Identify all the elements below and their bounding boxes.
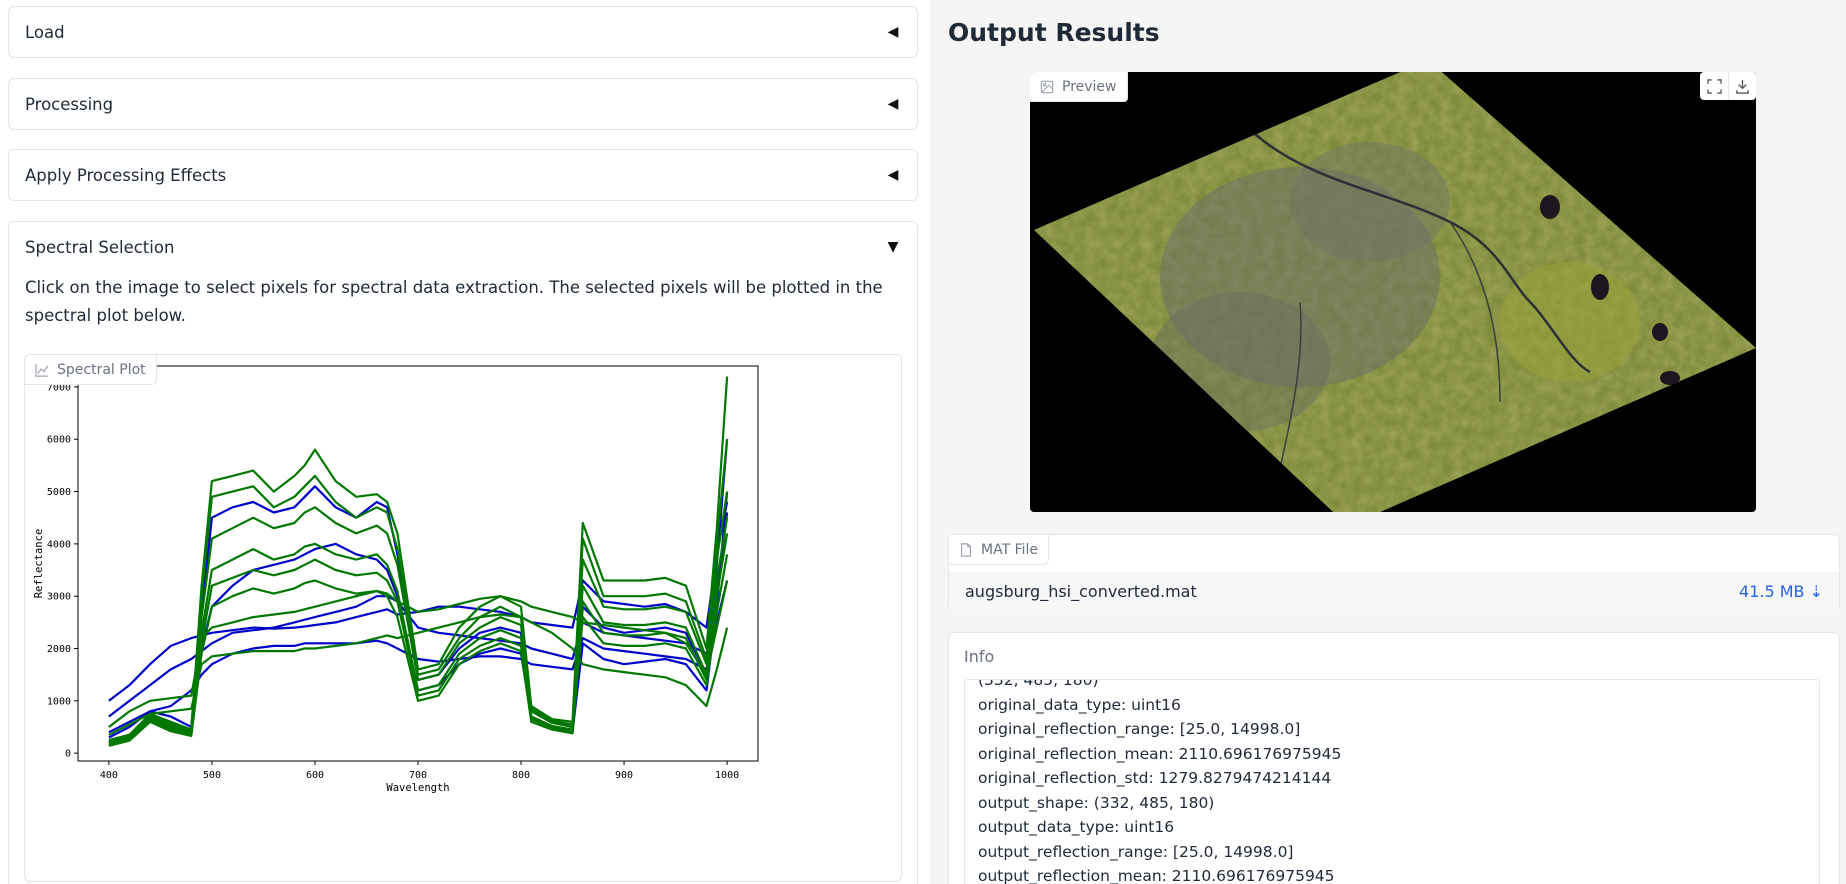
y-tick-label: 2000 <box>47 644 71 655</box>
preview-toolbar <box>1700 72 1756 100</box>
info-line: original_data_type: uint16 <box>978 695 1181 714</box>
accordion-spectral-label: Spectral Selection <box>25 237 175 257</box>
file-name[interactable]: augsburg_hsi_converted.mat <box>965 582 1197 601</box>
y-tick-label: 6000 <box>47 435 71 446</box>
info-line: original_reflection_range: [25.0, 14998.… <box>978 720 1301 738</box>
info-textarea[interactable]: (332, 485, 180) original_data_type: uint1… <box>964 679 1820 884</box>
file-icon <box>961 542 971 557</box>
accordion-processing-header[interactable]: Processing ◀ <box>9 79 917 129</box>
download-image-button[interactable] <box>1728 72 1756 100</box>
y-tick-label: 3000 <box>47 592 71 603</box>
accordion-processing[interactable]: Processing ◀ <box>8 78 918 130</box>
file-row[interactable]: augsburg_hsi_converted.mat 41.5 MB ⇣ <box>949 572 1839 610</box>
x-tick-label: 700 <box>409 770 427 781</box>
x-tick-label: 600 <box>306 770 324 781</box>
y-axis-label: Reflectance <box>33 529 45 599</box>
y-tick-label: 4000 <box>47 539 71 550</box>
x-tick-label: 1000 <box>715 770 739 781</box>
left-panel: Load ◀ Processing ◀ Apply Processing Eff… <box>0 0 930 884</box>
chart-icon <box>35 363 49 377</box>
expand-arrow-icon[interactable]: ▼ <box>885 239 901 255</box>
mat-file-output: MAT File augsburg_hsi_converted.mat 41.5… <box>948 534 1840 610</box>
spectral-plot-chart[interactable]: 400 500 600 700 800 900 1000 0 1000 2000 3000 4000 5… <box>25 355 901 881</box>
mat-file-label: MAT File <box>949 535 1049 565</box>
spectral-description: Click on the image to select pixels for … <box>25 278 883 325</box>
info-line: output_reflection_mean: 2110.69617697594… <box>978 867 1335 884</box>
file-size-download-link[interactable]: 41.5 MB ⇣ <box>1739 582 1823 601</box>
mat-file-label-text: MAT File <box>981 541 1038 558</box>
info-line: output_data_type: uint16 <box>978 818 1175 836</box>
download-icon <box>1736 79 1749 94</box>
image-preview[interactable]: Preview <box>1030 72 1756 512</box>
accordion-load-label: Load <box>25 22 65 42</box>
x-tick-label: 400 <box>100 770 118 781</box>
x-tick-label: 900 <box>615 770 633 781</box>
y-tick-label: 0 <box>65 749 71 760</box>
collapse-arrow-icon[interactable]: ◀ <box>885 24 901 40</box>
collapse-arrow-icon[interactable]: ◀ <box>885 96 901 112</box>
collapse-arrow-icon[interactable]: ◀ <box>885 167 901 183</box>
y-tick-label: 1000 <box>47 696 71 707</box>
accordion-effects-label: Apply Processing Effects <box>25 165 227 185</box>
spectral-plot-label: Spectral Plot <box>25 355 157 385</box>
satellite-image <box>1034 72 1756 512</box>
info-panel: Info (332, 485, 180) original_data_type: … <box>948 632 1840 884</box>
fullscreen-button[interactable] <box>1700 72 1728 100</box>
image-icon <box>1040 80 1054 93</box>
info-line: output_shape: (332, 485, 180) <box>978 793 1215 812</box>
accordion-processing-effects[interactable]: Apply Processing Effects ◀ <box>8 149 918 201</box>
info-line: output_reflection_range: [25.0, 14998.0] <box>978 842 1294 861</box>
accordion-effects-header[interactable]: Apply Processing Effects ◀ <box>9 150 917 200</box>
info-line: original_reflection_std: 1279.8279474214… <box>978 769 1332 787</box>
accordion-spectral-header[interactable]: Spectral Selection ▼ <box>9 222 917 272</box>
y-tick-label: 5000 <box>47 487 71 498</box>
x-axis-label: Wavelength <box>386 782 449 794</box>
info-label: Info <box>964 647 995 666</box>
accordion-load[interactable]: Load ◀ <box>8 6 918 58</box>
fullscreen-icon <box>1706 78 1722 94</box>
preview-label: Preview <box>1030 72 1128 102</box>
spectral-plot-label-text: Spectral Plot <box>57 361 146 378</box>
x-tick-label: 800 <box>512 770 530 781</box>
preview-label-text: Preview <box>1062 78 1117 95</box>
spectral-plot-container: Spectral Plot 400 500 600 700 800 900 1000 0 100… <box>24 354 902 882</box>
info-lines: (332, 485, 180) original_data_type: uint1… <box>978 679 1806 884</box>
info-line: (332, 485, 180) <box>978 679 1099 689</box>
output-results-title: Output Results <box>948 18 1160 47</box>
right-panel: Output Results Preview MAT File augsburg… <box>930 0 1846 884</box>
accordion-load-header[interactable]: Load ◀ <box>9 7 917 57</box>
accordion-processing-label: Processing <box>25 94 114 114</box>
info-line: original_reflection_mean: 2110.696176975… <box>978 744 1342 763</box>
accordion-spectral-selection: Spectral Selection ▼ Click on the image … <box>8 221 918 884</box>
x-tick-label: 500 <box>203 770 221 781</box>
